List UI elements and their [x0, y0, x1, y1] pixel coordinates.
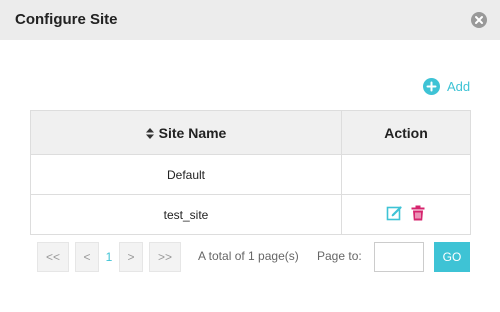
page-number-input[interactable] — [374, 242, 424, 272]
dialog-title: Configure Site — [15, 11, 118, 28]
table-header-row: Site Name Action — [30, 110, 471, 155]
action-cell — [341, 194, 471, 235]
plus-circle-icon — [423, 77, 440, 95]
add-label: Add — [447, 78, 471, 94]
site-name-cell: test_site — [30, 194, 342, 235]
edit-icon[interactable] — [386, 205, 402, 221]
column-header-label: Site Name — [158, 124, 227, 141]
page-to-label: Page to: — [317, 249, 362, 263]
table-row: test_site — [30, 194, 471, 235]
table-row: Default — [30, 154, 471, 195]
action-cell — [341, 154, 471, 195]
first-page-button[interactable]: << — [37, 242, 69, 272]
close-icon[interactable] — [471, 12, 487, 28]
next-page-button[interactable]: > — [119, 242, 143, 272]
prev-page-button[interactable]: < — [75, 242, 99, 272]
column-header-action: Action — [341, 110, 471, 155]
column-header-site-name[interactable]: Site Name — [30, 110, 342, 155]
add-button[interactable]: Add — [423, 77, 470, 95]
site-name-cell: Default — [30, 154, 342, 195]
go-button[interactable]: GO — [434, 242, 470, 272]
last-page-button[interactable]: >> — [149, 242, 181, 272]
page-number-button[interactable]: 1 — [99, 242, 119, 272]
total-pages-text: A total of 1 page(s) — [198, 249, 299, 263]
trash-icon[interactable] — [410, 205, 426, 221]
dialog-header: Configure Site — [0, 0, 500, 40]
sites-table: Site Name Action Default test_site — [30, 110, 471, 235]
sort-icon[interactable] — [145, 127, 154, 139]
configure-site-dialog: Configure Site Add Site Name Action Defa… — [0, 0, 500, 312]
